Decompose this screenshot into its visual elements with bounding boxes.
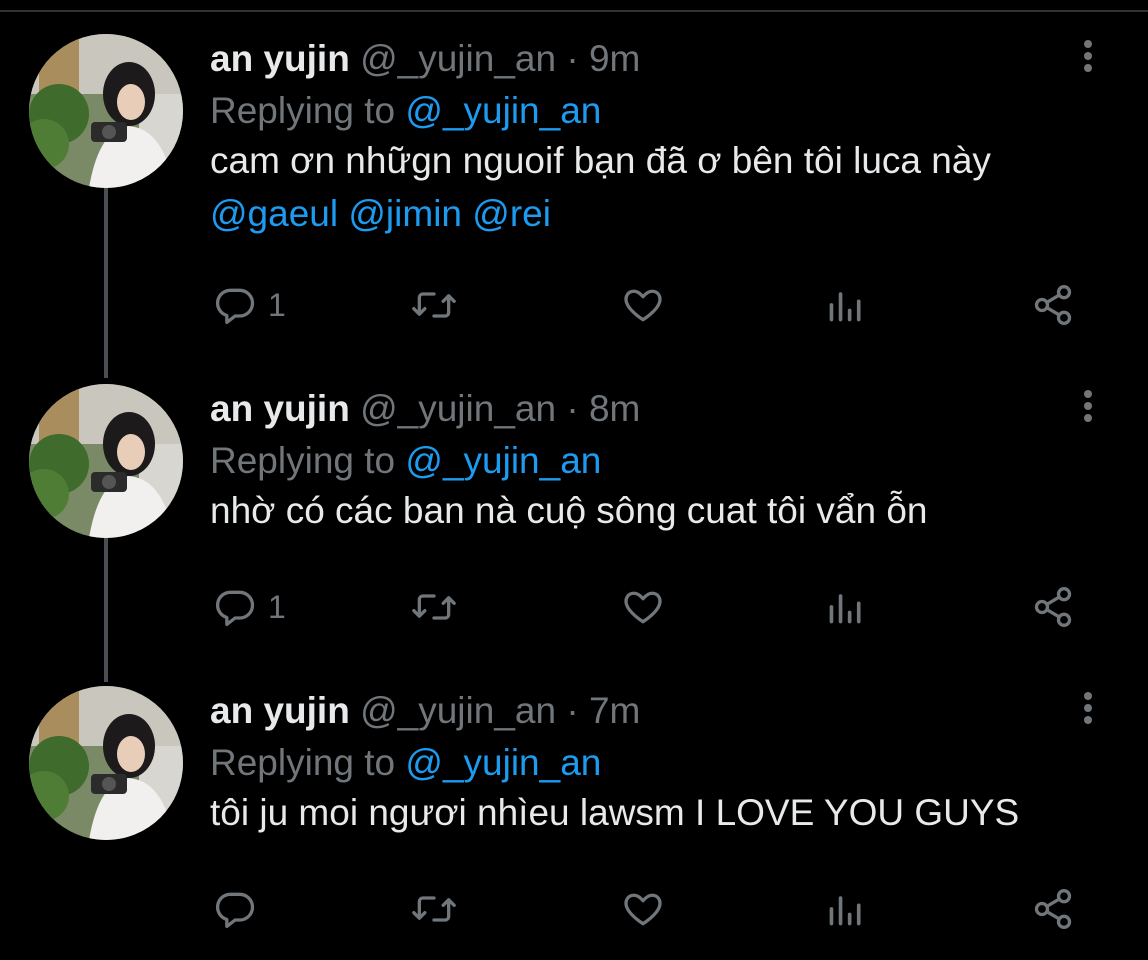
more-vertical-icon — [1076, 390, 1100, 422]
tweet-header: an yujin @_yujin_an · 7m — [210, 686, 640, 736]
reply-button[interactable]: 1 — [214, 280, 286, 330]
replying-to-link[interactable]: @_yujin_an — [405, 440, 601, 481]
tweet-text: tôi ju moi ngươi nhìeu lawsm I LOVE YOU … — [210, 786, 1110, 839]
heart-icon — [624, 289, 662, 322]
heart-icon — [624, 893, 662, 926]
more-options-button[interactable] — [1076, 386, 1100, 430]
separator: · — [566, 38, 579, 79]
tweet-text-line: cam ơn nhữgn nguoif bạn đã ơ bên tôi luc… — [210, 140, 991, 181]
replying-to: Replying to @_yujin_an — [210, 436, 601, 486]
more-vertical-icon — [1076, 692, 1100, 724]
retweet-button[interactable] — [410, 280, 458, 330]
avatar[interactable] — [29, 34, 183, 188]
analytics-icon — [829, 896, 861, 926]
heart-icon — [624, 591, 662, 624]
retweet-icon — [412, 292, 456, 318]
timestamp[interactable]: 9m — [589, 38, 640, 79]
replying-to: Replying to @_yujin_an — [210, 738, 601, 788]
avatar[interactable] — [29, 686, 183, 840]
tweet-text-line: nhờ có các ban nà cuộ sông cuat tôi vẩn … — [210, 490, 928, 531]
username[interactable]: @_yujin_an — [360, 388, 556, 429]
tweet-actions: 1 — [210, 280, 1090, 330]
share-icon — [1034, 889, 1072, 929]
analytics-icon — [829, 594, 861, 624]
username[interactable]: @_yujin_an — [360, 690, 556, 731]
share-button[interactable] — [1030, 582, 1076, 632]
tweet-header: an yujin @_yujin_an · 9m — [210, 34, 640, 84]
avatar-photo — [29, 34, 183, 188]
retweet-icon — [412, 896, 456, 922]
display-name[interactable]: an yujin — [210, 690, 350, 731]
analytics-icon — [829, 292, 861, 322]
tweet-actions: 1 — [210, 582, 1090, 632]
reply-count: 1 — [268, 286, 286, 323]
analytics-button[interactable] — [826, 884, 866, 934]
top-divider — [0, 0, 1148, 12]
replying-label: Replying to — [210, 440, 396, 481]
display-name[interactable]: an yujin — [210, 388, 350, 429]
reply-button[interactable]: 1 — [214, 582, 286, 632]
display-name[interactable]: an yujin — [210, 38, 350, 79]
replying-to-link[interactable]: @_yujin_an — [405, 742, 601, 783]
more-options-button[interactable] — [1076, 36, 1100, 80]
tweet-text: nhờ có các ban nà cuộ sông cuat tôi vẩn … — [210, 484, 1110, 537]
like-button[interactable] — [620, 884, 666, 934]
more-options-button[interactable] — [1076, 688, 1100, 732]
tweet-header: an yujin @_yujin_an · 8m — [210, 384, 640, 434]
thread-connector — [104, 186, 108, 378]
timestamp[interactable]: 7m — [589, 690, 640, 731]
share-icon — [1034, 285, 1072, 325]
reply-button[interactable] — [214, 884, 268, 934]
replying-to-link[interactable]: @_yujin_an — [405, 90, 601, 131]
retweet-icon — [412, 594, 456, 620]
reply-icon — [215, 892, 255, 929]
reply-icon — [215, 288, 255, 325]
retweet-button[interactable] — [410, 582, 458, 632]
replying-label: Replying to — [210, 90, 396, 131]
retweet-button[interactable] — [410, 884, 458, 934]
reply-count: 1 — [268, 588, 286, 625]
share-button[interactable] — [1030, 280, 1076, 330]
separator: · — [566, 690, 579, 731]
thread-connector — [104, 538, 108, 682]
avatar-photo — [29, 686, 183, 840]
separator: · — [566, 388, 579, 429]
replying-to: Replying to @_yujin_an — [210, 86, 601, 136]
avatar[interactable] — [29, 384, 183, 538]
tweet-actions — [210, 884, 1090, 934]
share-icon — [1034, 587, 1072, 627]
tweet-mentions[interactable]: @gaeul @jimin @rei — [210, 187, 1110, 240]
share-button[interactable] — [1030, 884, 1076, 934]
replying-label: Replying to — [210, 742, 396, 783]
analytics-button[interactable] — [826, 582, 866, 632]
like-button[interactable] — [620, 280, 666, 330]
tweet-text-line: tôi ju moi ngươi nhìeu lawsm I LOVE YOU … — [210, 792, 1020, 833]
username[interactable]: @_yujin_an — [360, 38, 556, 79]
timestamp[interactable]: 8m — [589, 388, 640, 429]
like-button[interactable] — [620, 582, 666, 632]
avatar-photo — [29, 384, 183, 538]
more-vertical-icon — [1076, 40, 1100, 72]
reply-icon — [215, 590, 255, 627]
tweet-text: cam ơn nhữgn nguoif bạn đã ơ bên tôi luc… — [210, 134, 1110, 240]
analytics-button[interactable] — [826, 280, 866, 330]
